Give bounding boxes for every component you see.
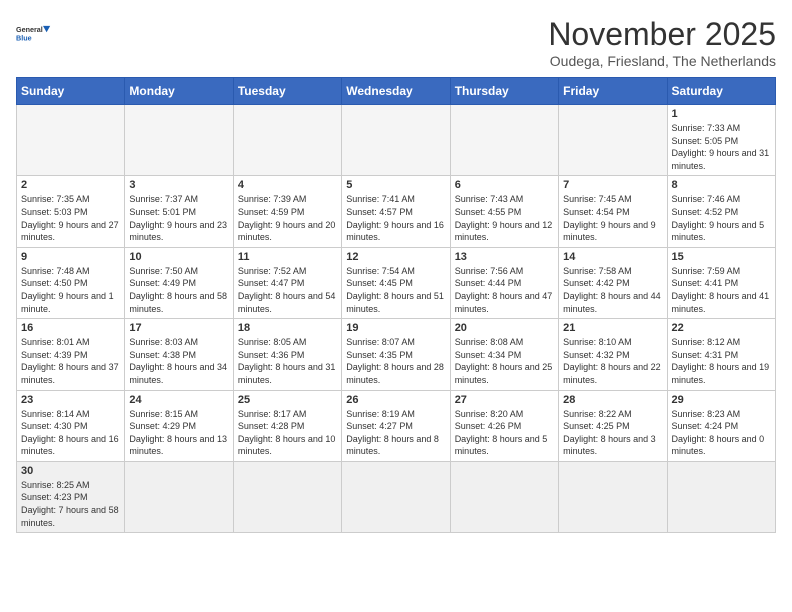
day-24: 24 Sunrise: 8:15 AMSunset: 4:29 PMDaylig… [125,390,233,461]
day-17: 17 Sunrise: 8:03 AMSunset: 4:38 PMDaylig… [125,319,233,390]
empty-cell [559,105,667,176]
empty-cell [450,105,558,176]
day-9: 9 Sunrise: 7:48 AMSunset: 4:50 PMDayligh… [17,247,125,318]
empty-cell [233,461,341,532]
day-3: 3 Sunrise: 7:37 AMSunset: 5:01 PMDayligh… [125,176,233,247]
week-row-1: 1 Sunrise: 7:33 AM Sunset: 5:05 PM Dayli… [17,105,776,176]
day-25: 25 Sunrise: 8:17 AMSunset: 4:28 PMDaylig… [233,390,341,461]
day-22: 22 Sunrise: 8:12 AMSunset: 4:31 PMDaylig… [667,319,775,390]
day-4: 4 Sunrise: 7:39 AMSunset: 4:59 PMDayligh… [233,176,341,247]
day-29: 29 Sunrise: 8:23 AMSunset: 4:24 PMDaylig… [667,390,775,461]
empty-cell [342,461,450,532]
day-7: 7 Sunrise: 7:45 AMSunset: 4:54 PMDayligh… [559,176,667,247]
header-friday: Friday [559,78,667,105]
day-20: 20 Sunrise: 8:08 AMSunset: 4:34 PMDaylig… [450,319,558,390]
month-title: November 2025 [548,16,776,53]
week-row-2: 2 Sunrise: 7:35 AMSunset: 5:03 PMDayligh… [17,176,776,247]
day-16: 16 Sunrise: 8:01 AMSunset: 4:39 PMDaylig… [17,319,125,390]
week-row-5: 23 Sunrise: 8:14 AMSunset: 4:30 PMDaylig… [17,390,776,461]
day-19: 19 Sunrise: 8:07 AMSunset: 4:35 PMDaylig… [342,319,450,390]
day-10: 10 Sunrise: 7:50 AMSunset: 4:49 PMDaylig… [125,247,233,318]
day-1: 1 Sunrise: 7:33 AM Sunset: 5:05 PM Dayli… [667,105,775,176]
header-sunday: Sunday [17,78,125,105]
day-5: 5 Sunrise: 7:41 AMSunset: 4:57 PMDayligh… [342,176,450,247]
title-block: November 2025 Oudega, Friesland, The Net… [548,16,776,69]
week-row-6: 30 Sunrise: 8:25 AMSunset: 4:23 PMDaylig… [17,461,776,532]
empty-cell [125,105,233,176]
day-23: 23 Sunrise: 8:14 AMSunset: 4:30 PMDaylig… [17,390,125,461]
week-row-3: 9 Sunrise: 7:48 AMSunset: 4:50 PMDayligh… [17,247,776,318]
svg-text:General: General [16,25,43,34]
week-row-4: 16 Sunrise: 8:01 AMSunset: 4:39 PMDaylig… [17,319,776,390]
header-wednesday: Wednesday [342,78,450,105]
svg-text:Blue: Blue [16,33,32,42]
header-tuesday: Tuesday [233,78,341,105]
weekday-header-row: Sunday Monday Tuesday Wednesday Thursday… [17,78,776,105]
day-30: 30 Sunrise: 8:25 AMSunset: 4:23 PMDaylig… [17,461,125,532]
calendar: Sunday Monday Tuesday Wednesday Thursday… [16,77,776,533]
day-21: 21 Sunrise: 8:10 AMSunset: 4:32 PMDaylig… [559,319,667,390]
logo-icon: GeneralBlue [16,16,52,52]
day-14: 14 Sunrise: 7:58 AMSunset: 4:42 PMDaylig… [559,247,667,318]
header-thursday: Thursday [450,78,558,105]
location-title: Oudega, Friesland, The Netherlands [548,53,776,69]
empty-cell [450,461,558,532]
day-18: 18 Sunrise: 8:05 AMSunset: 4:36 PMDaylig… [233,319,341,390]
day-27: 27 Sunrise: 8:20 AMSunset: 4:26 PMDaylig… [450,390,558,461]
empty-cell [559,461,667,532]
day-8: 8 Sunrise: 7:46 AMSunset: 4:52 PMDayligh… [667,176,775,247]
header-monday: Monday [125,78,233,105]
empty-cell [125,461,233,532]
day-15: 15 Sunrise: 7:59 AMSunset: 4:41 PMDaylig… [667,247,775,318]
header: GeneralBlue November 2025 Oudega, Friesl… [16,16,776,69]
header-saturday: Saturday [667,78,775,105]
empty-cell [233,105,341,176]
day-13: 13 Sunrise: 7:56 AMSunset: 4:44 PMDaylig… [450,247,558,318]
empty-cell [667,461,775,532]
day-12: 12 Sunrise: 7:54 AMSunset: 4:45 PMDaylig… [342,247,450,318]
day-26: 26 Sunrise: 8:19 AMSunset: 4:27 PMDaylig… [342,390,450,461]
day-6: 6 Sunrise: 7:43 AMSunset: 4:55 PMDayligh… [450,176,558,247]
logo: GeneralBlue [16,16,52,52]
empty-cell [342,105,450,176]
day-28: 28 Sunrise: 8:22 AMSunset: 4:25 PMDaylig… [559,390,667,461]
day-2: 2 Sunrise: 7:35 AMSunset: 5:03 PMDayligh… [17,176,125,247]
empty-cell [17,105,125,176]
day-11: 11 Sunrise: 7:52 AMSunset: 4:47 PMDaylig… [233,247,341,318]
